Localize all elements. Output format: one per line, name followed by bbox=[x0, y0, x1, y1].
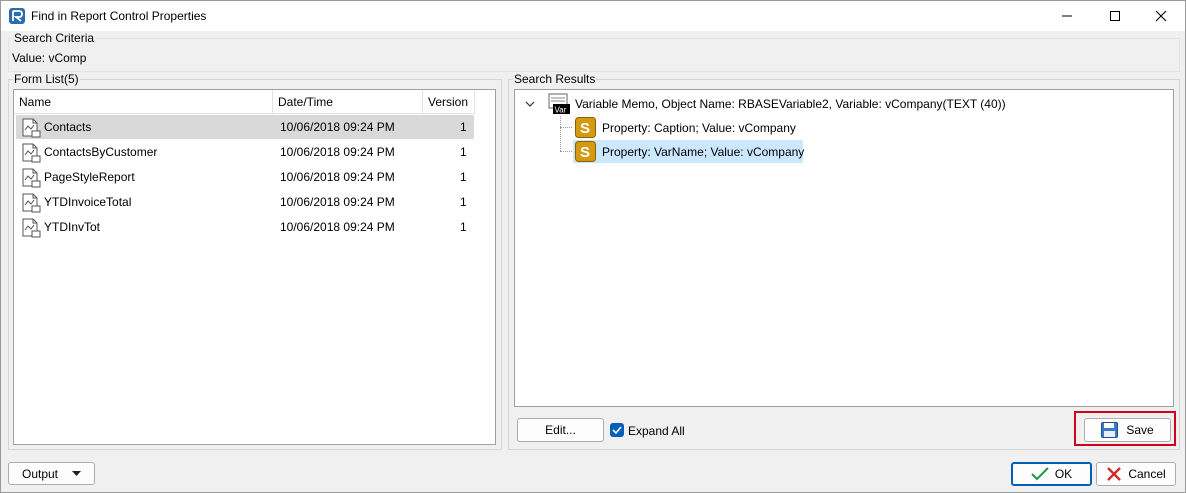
row-version: 1 bbox=[460, 170, 467, 184]
svg-text:S: S bbox=[580, 120, 590, 137]
search-results-group: Search Results Var Variable Memo, Object… bbox=[508, 72, 1180, 450]
column-header-datetime[interactable]: Date/Time bbox=[273, 90, 423, 114]
row-version: 1 bbox=[460, 120, 467, 134]
row-name: YTDInvoiceTotal bbox=[44, 195, 132, 209]
expand-all-label[interactable]: Expand All bbox=[628, 424, 685, 438]
tree-connector bbox=[560, 116, 561, 151]
row-datetime: 10/06/2018 09:24 PM bbox=[280, 195, 395, 209]
tree-item-selected[interactable]: S Property: VarName; Value: vCompany bbox=[573, 140, 805, 163]
tree-item[interactable]: S Property: Caption; Value: vCompany bbox=[573, 116, 803, 139]
svg-text:Var: Var bbox=[555, 106, 567, 115]
search-results-legend: Search Results bbox=[513, 72, 597, 86]
maximize-icon bbox=[1110, 11, 1120, 21]
red-x-icon bbox=[1107, 467, 1122, 481]
tree-item-label: Property: Caption; Value: vCompany bbox=[602, 121, 796, 135]
table-row[interactable]: YTDInvTot 10/06/2018 09:24 PM 1 bbox=[16, 215, 474, 239]
table-row[interactable]: YTDInvoiceTotal 10/06/2018 09:24 PM 1 bbox=[16, 190, 474, 214]
form-list-group: Form List(5) Name Date/Time Version Cont… bbox=[8, 72, 502, 450]
row-datetime: 10/06/2018 09:24 PM bbox=[280, 145, 395, 159]
row-name: ContactsByCustomer bbox=[44, 145, 158, 159]
edit-button[interactable]: Edit... bbox=[517, 418, 604, 442]
maximize-button[interactable] bbox=[1092, 1, 1138, 31]
row-datetime: 10/06/2018 09:24 PM bbox=[280, 120, 395, 134]
search-criteria-value: Value: vComp bbox=[12, 51, 87, 65]
save-button-label: Save bbox=[1126, 423, 1154, 437]
edit-button-label: Edit... bbox=[545, 423, 576, 437]
chevron-down-icon[interactable] bbox=[524, 98, 536, 110]
minimize-button[interactable] bbox=[1044, 1, 1090, 31]
search-criteria-group: Search Criteria Value: vComp bbox=[8, 31, 1180, 72]
row-version: 1 bbox=[460, 145, 467, 159]
column-header-version-label: Version bbox=[428, 94, 469, 109]
table-row[interactable]: ContactsByCustomer 10/06/2018 09:24 PM 1 bbox=[16, 140, 474, 164]
search-results-tree[interactable]: Var Variable Memo, Object Name: RBASEVar… bbox=[514, 89, 1174, 407]
minimize-icon bbox=[1062, 15, 1072, 17]
app-icon bbox=[9, 8, 25, 24]
output-dropdown-button[interactable]: Output bbox=[8, 462, 95, 485]
floppy-disk-icon bbox=[1101, 422, 1119, 438]
cancel-button[interactable]: Cancel bbox=[1096, 462, 1176, 486]
search-criteria-legend: Search Criteria bbox=[13, 31, 96, 45]
column-header-name-label: Name bbox=[19, 94, 52, 109]
report-icon bbox=[22, 168, 41, 188]
title-bar[interactable]: Find in Report Control Properties bbox=[1, 1, 1185, 31]
variable-icon: Var bbox=[548, 93, 570, 115]
tree-connector bbox=[560, 127, 572, 128]
output-button-label: Output bbox=[21, 466, 59, 481]
checkmark-icon bbox=[1031, 467, 1049, 481]
close-icon bbox=[1155, 10, 1167, 22]
save-button[interactable]: Save bbox=[1084, 418, 1171, 442]
property-s-icon: S bbox=[575, 117, 596, 138]
report-icon bbox=[22, 193, 41, 213]
row-version: 1 bbox=[460, 220, 467, 234]
report-icon bbox=[22, 143, 41, 163]
property-s-icon: S bbox=[575, 141, 596, 162]
report-icon bbox=[22, 218, 41, 238]
row-version: 1 bbox=[460, 195, 467, 209]
form-list-legend: Form List(5) bbox=[13, 72, 80, 86]
window-title: Find in Report Control Properties bbox=[31, 9, 207, 23]
cancel-button-label: Cancel bbox=[1128, 467, 1166, 481]
column-header-name[interactable]: Name bbox=[14, 90, 273, 114]
row-datetime: 10/06/2018 09:24 PM bbox=[280, 220, 395, 234]
form-list[interactable]: Name Date/Time Version Contacts 10/06/20… bbox=[13, 89, 496, 445]
tree-connector bbox=[560, 151, 572, 152]
table-row[interactable]: PageStyleReport 10/06/2018 09:24 PM 1 bbox=[16, 165, 474, 189]
table-row[interactable]: Contacts 10/06/2018 09:24 PM 1 bbox=[16, 115, 474, 139]
tree-root-label[interactable]: Variable Memo, Object Name: RBASEVariabl… bbox=[575, 97, 1006, 111]
ok-button[interactable]: OK bbox=[1011, 462, 1092, 486]
column-header-datetime-label: Date/Time bbox=[278, 94, 333, 109]
dialog-window: Find in Report Control Properties Search… bbox=[0, 0, 1186, 493]
tree-item-label: Property: VarName; Value: vCompany bbox=[602, 145, 805, 159]
checkmark-icon bbox=[612, 426, 622, 435]
row-name: YTDInvTot bbox=[44, 220, 101, 234]
svg-text:S: S bbox=[580, 144, 590, 161]
row-datetime: 10/06/2018 09:24 PM bbox=[280, 170, 395, 184]
row-name: PageStyleReport bbox=[44, 170, 135, 184]
expand-all-checkbox[interactable] bbox=[610, 423, 624, 437]
row-name: Contacts bbox=[44, 120, 92, 134]
report-icon bbox=[22, 118, 41, 138]
ok-button-label: OK bbox=[1054, 467, 1073, 481]
close-button[interactable] bbox=[1138, 1, 1184, 31]
caret-down-icon bbox=[72, 470, 82, 476]
column-header-version[interactable]: Version bbox=[423, 90, 475, 114]
